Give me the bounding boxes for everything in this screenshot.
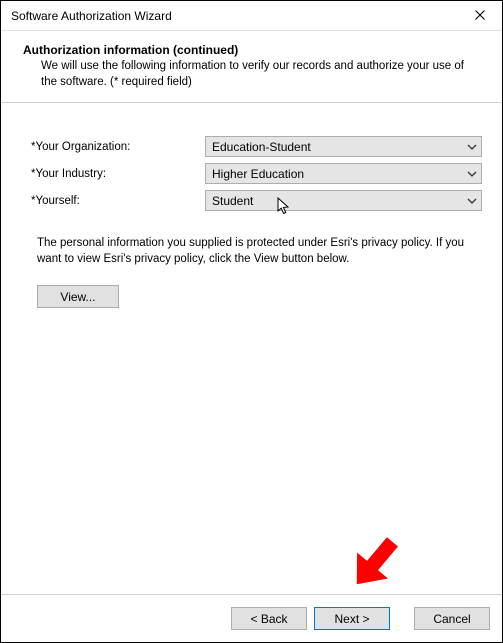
industry-select[interactable]: Higher Education [205, 163, 482, 184]
next-button[interactable]: Next > [314, 607, 390, 630]
wizard-header: Authorization information (continued) We… [1, 31, 502, 103]
yourself-row: *Yourself: Student [31, 187, 482, 214]
organization-select[interactable]: Education-Student [205, 136, 482, 157]
close-button[interactable] [457, 1, 502, 30]
view-button[interactable]: View... [37, 285, 119, 308]
wizard-header-title: Authorization information (continued) [23, 43, 482, 57]
close-icon [475, 9, 485, 23]
yourself-select[interactable]: Student [205, 190, 482, 211]
organization-value: Education-Student [212, 140, 311, 154]
wizard-footer: < Back Next > Cancel [1, 594, 502, 642]
industry-row: *Your Industry: Higher Education [31, 160, 482, 187]
wizard-header-description: We will use the following information to… [23, 57, 482, 90]
cancel-button[interactable]: Cancel [414, 607, 490, 630]
chevron-down-icon [467, 198, 477, 204]
back-button[interactable]: < Back [231, 607, 307, 630]
yourself-value: Student [212, 194, 253, 208]
organization-label: *Your Organization: [31, 141, 205, 153]
privacy-text: The personal information you supplied is… [31, 214, 482, 267]
chevron-down-icon [467, 171, 477, 177]
titlebar: Software Authorization Wizard [1, 1, 502, 31]
organization-row: *Your Organization: Education-Student [31, 133, 482, 160]
window-title: Software Authorization Wizard [11, 9, 457, 23]
industry-value: Higher Education [212, 167, 304, 181]
wizard-content: *Your Organization: Education-Student *Y… [1, 103, 502, 308]
view-button-wrap: View... [31, 267, 482, 308]
industry-label: *Your Industry: [31, 168, 205, 180]
chevron-down-icon [467, 144, 477, 150]
yourself-label: *Yourself: [31, 195, 205, 207]
attention-arrow-icon [337, 529, 409, 604]
